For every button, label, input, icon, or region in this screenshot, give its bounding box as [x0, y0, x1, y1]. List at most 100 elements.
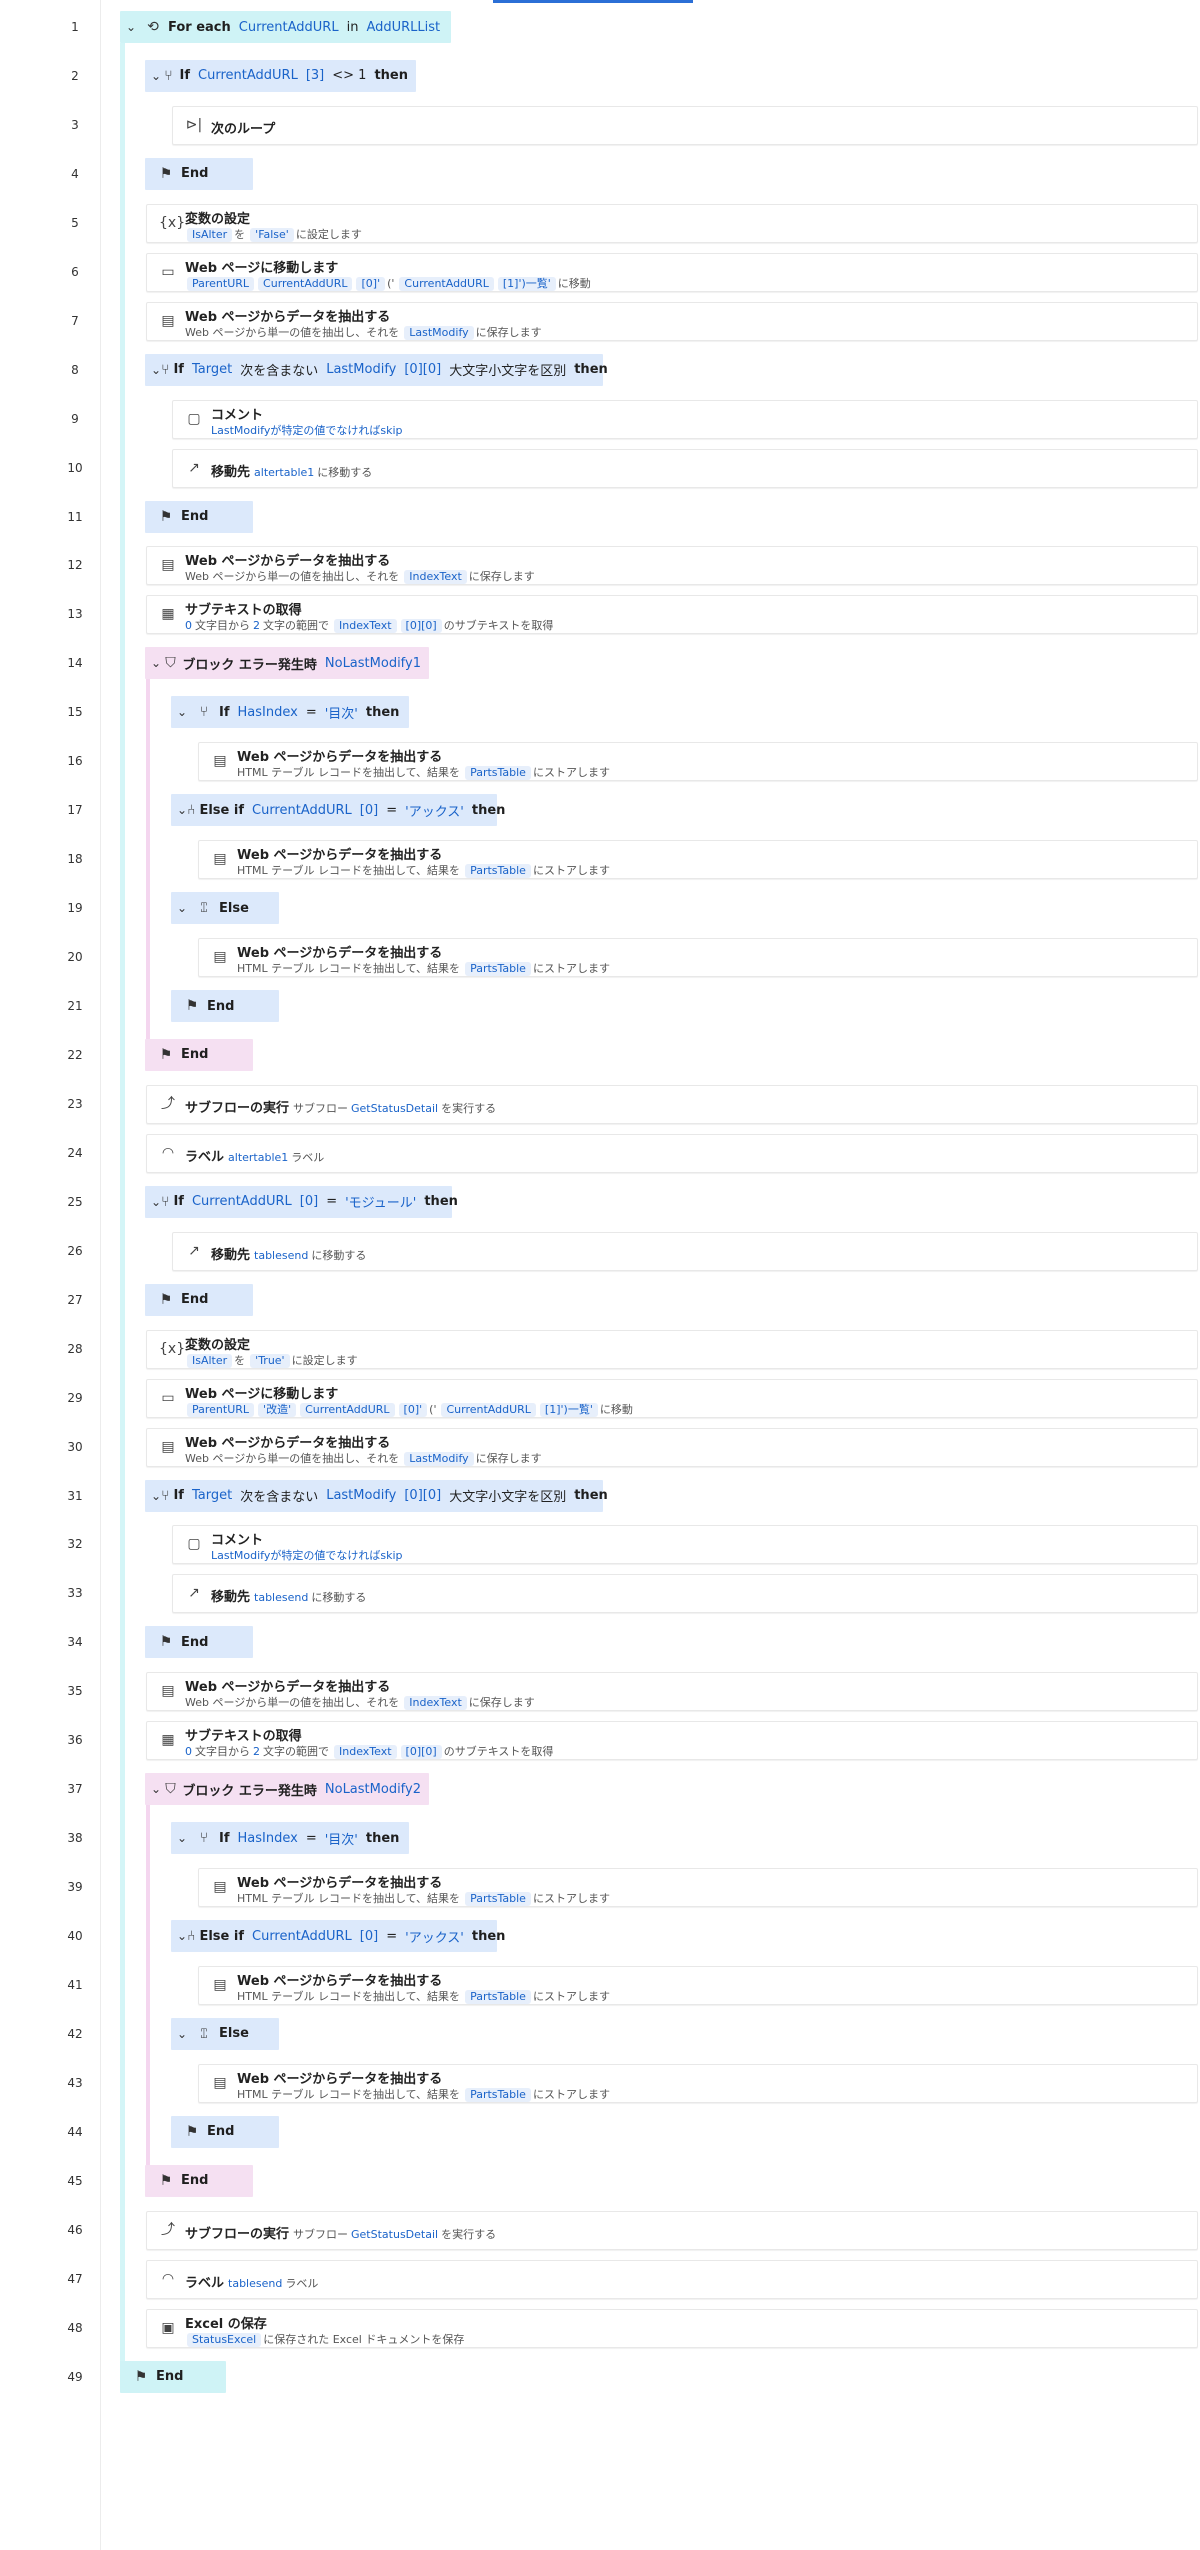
block-end[interactable]: ⚑ End [120, 2360, 226, 2393]
block-end[interactable]: ⚑ End [145, 1626, 253, 1659]
chevron-down-icon[interactable]: ⌄ [151, 1195, 161, 1209]
condition-header[interactable]: ⌄ ⑂ If Target 次を含まない LastModify [0][0] 大文字小文字を区… [145, 353, 608, 386]
action-card[interactable]: ▤ Web ページからデータを抽出する Web ページから単一の値を抽出し、それを L… [146, 301, 1198, 341]
action-card[interactable]: ⤴ サブフローの実行 サブフロー GetStatusDetail を実行する [146, 2210, 1198, 2250]
branch-icon: ⑂ [199, 1830, 209, 1847]
variable-chip: IsAlter [187, 227, 233, 242]
value-token: LastModifyが特定の値でなければskip [211, 423, 403, 437]
description-text: に保存します [468, 570, 535, 584]
variable-token: AddURLList [366, 19, 441, 35]
condition-header[interactable]: ⌄ ⑄ Else [171, 892, 279, 925]
block-end[interactable]: ⚑ End [145, 157, 253, 190]
excel-icon: ▣ [161, 2319, 175, 2336]
action-card[interactable]: ▤ Web ページからデータを抽出する HTML テーブル レコードを抽出して、結果… [198, 1868, 1198, 1908]
variable-chip: IndexText [334, 1745, 397, 1760]
action-card[interactable]: ▤ Web ページからデータを抽出する HTML テーブル レコードを抽出して、結果… [198, 938, 1198, 978]
action-card[interactable]: ▤ Web ページからデータを抽出する HTML テーブル レコードを抽出して、結果… [198, 2063, 1198, 2103]
action-title: Excel の保存 [185, 2316, 267, 2332]
goto-icon: ↗ [188, 1242, 200, 1259]
chevron-down-icon[interactable]: ⌄ [177, 901, 193, 915]
action-title: Web ページからデータを抽出する [237, 750, 443, 766]
action-card[interactable]: ◠ ラベル altertable1 ラベル [146, 1133, 1198, 1173]
action-card[interactable]: ▤ Web ページからデータを抽出する Web ページから単一の値を抽出し、それを L… [146, 1427, 1198, 1467]
description-text: にストアします [532, 1892, 610, 1906]
action-card[interactable]: ▭ Web ページに移動します ParentURL CurrentAddURL [0]'… [146, 252, 1198, 292]
variable-chip: PartsTable [465, 2087, 531, 2102]
on-block-error-header[interactable]: ⌄ ⛉ ブロック エラー発生時 NoLastModify2 [145, 1773, 429, 1806]
variable-chip: CurrentAddURL [300, 1402, 395, 1417]
action-description: 0 文字目から 2 文字の範囲で IndexText [0][0] のサブテキストを取得 [185, 617, 556, 634]
chevron-down-icon[interactable]: ⌄ [151, 69, 161, 83]
action-card[interactable]: ▤ Web ページからデータを抽出する Web ページから単一の値を抽出し、それを I… [146, 1672, 1198, 1712]
description-text: 文字の範囲で [263, 1745, 329, 1759]
action-card[interactable]: ↗ 移動先 tablesend に移動する [172, 1574, 1198, 1614]
condition-header[interactable]: ⌄ ⑂ If HasIndex = '目次' then [171, 1822, 409, 1855]
chevron-down-icon[interactable]: ⌄ [126, 20, 142, 34]
chevron-down-icon[interactable]: ⌄ [151, 363, 161, 377]
chevron-down-icon[interactable]: ⌄ [177, 2027, 193, 2041]
condition-header[interactable]: ⌄ ⑂ If CurrentAddURL [3] <> 1 then [145, 59, 416, 92]
block-end[interactable]: ⚑ End [171, 2115, 279, 2148]
variable-chip: [0]' [398, 1402, 428, 1417]
action-description: HTML テーブル レコードを抽出して、結果を PartsTable にストアします [237, 1890, 613, 1907]
variable-chip: IsAlter [187, 1353, 233, 1368]
description-text: Web ページから単一の値を抽出し、それを [185, 325, 400, 339]
block-end[interactable]: ⚑ End [145, 1038, 253, 1071]
line-number: 11 [67, 509, 83, 524]
block-end[interactable]: ⚑ End [145, 2164, 253, 2197]
action-card[interactable]: ▣ Excel の保存 StatusExcel に保存された Excel ドキュメント… [146, 2308, 1198, 2348]
action-card[interactable]: ▤ Web ページからデータを抽出する Web ページから単一の値を抽出し、それを I… [146, 546, 1198, 586]
action-card[interactable]: ↗ 移動先 altertable1 に移動する [172, 448, 1198, 488]
action-card[interactable]: ▭ Web ページに移動します ParentURL '改造' CurrentAddURL… [146, 1378, 1198, 1418]
block-end[interactable]: ⚑ End [171, 990, 279, 1022]
action-card[interactable]: ◠ ラベル tablesend ラベル [146, 2259, 1198, 2299]
condition-header[interactable]: ⌄ ⑂ If HasIndex = '目次' then [171, 696, 409, 729]
description-text: (' [429, 1402, 437, 1416]
block-end[interactable]: ⚑ End [145, 1283, 253, 1316]
condition-header[interactable]: ⌄ ⑃ Else if CurrentAddURL [0] = 'アックス' then [171, 794, 505, 827]
chevron-down-icon[interactable]: ⌄ [177, 1929, 187, 1943]
chevron-down-icon[interactable]: ⌄ [151, 1782, 163, 1796]
on-block-error-header[interactable]: ⌄ ⛉ ブロック エラー発生時 NoLastModify1 [145, 647, 429, 680]
chevron-down-icon[interactable]: ⌄ [177, 803, 187, 817]
action-card[interactable]: {x} 変数の設定 IsAlter を 'False' に設定します [146, 203, 1198, 243]
line-number: 19 [67, 901, 83, 916]
description-text: を実行する [441, 1101, 497, 1115]
chevron-down-icon[interactable]: ⌄ [151, 656, 163, 670]
variable-token: NoLastModify1 [324, 655, 421, 671]
keyword: If [173, 362, 184, 378]
description-text: HTML テーブル レコードを抽出して、結果を [237, 2087, 461, 2101]
chevron-down-icon[interactable]: ⌄ [151, 1489, 161, 1503]
extract-icon: ▤ [213, 1977, 227, 1993]
block-end[interactable]: ⚑ End [145, 500, 253, 533]
for-each-header[interactable]: ⌄ ⟲ For each CurrentAddURL in AddURLList [120, 11, 451, 43]
condition-header[interactable]: ⌄ ⑄ Else [171, 2017, 279, 2050]
variable-token: CurrentAddURL [252, 802, 352, 818]
label-icon: ◠ [161, 1144, 175, 1161]
action-card[interactable]: ▢ コメント LastModifyが特定の値でなければskip [172, 1525, 1198, 1565]
action-card[interactable]: ▤ Web ページからデータを抽出する HTML テーブル レコードを抽出して、結果… [198, 840, 1198, 880]
condition-header[interactable]: ⌄ ⑂ If Target 次を含まない LastModify [0][0] 大文字小文字を区… [145, 1479, 608, 1512]
action-card[interactable]: ▤ Web ページからデータを抽出する HTML テーブル レコードを抽出して、結果… [198, 1966, 1198, 2005]
action-card[interactable]: ⤴ サブフローの実行 サブフロー GetStatusDetail を実行する [146, 1084, 1198, 1124]
action-card[interactable]: ▦ サブテキストの取得 0 文字目から 2 文字の範囲で IndexText [0][0] のサ… [146, 1721, 1198, 1761]
extract-icon: ▤ [161, 1438, 175, 1455]
condition-header[interactable]: ⌄ ⑃ Else if CurrentAddURL [0] = 'アックス' then [171, 1920, 505, 1953]
variable-token: HasIndex [237, 704, 298, 720]
chevron-down-icon[interactable]: ⌄ [177, 705, 193, 719]
action-card[interactable]: ▦ サブテキストの取得 0 文字目から 2 文字の範囲で IndexText [0][0] のサ… [146, 595, 1198, 635]
action-card[interactable]: ⊳| 次のループ [172, 105, 1198, 145]
line-number: 20 [67, 950, 83, 965]
action-card[interactable]: ↗ 移動先 tablesend に移動する [172, 1231, 1198, 1271]
action-summary: ラベル altertable1 ラベル [185, 1146, 327, 1165]
action-card[interactable]: ▤ Web ページからデータを抽出する HTML テーブル レコードを抽出して、結果… [198, 742, 1198, 782]
chevron-down-icon[interactable]: ⌄ [177, 1831, 193, 1845]
action-card[interactable]: ▢ コメント LastModifyが特定の値でなければskip [172, 399, 1198, 439]
operator-text: = [305, 704, 317, 720]
action-title: 次のループ [211, 121, 276, 137]
line-number: 10 [67, 460, 83, 475]
action-description: 0 文字目から 2 文字の範囲で IndexText [0][0] のサブテキストを取得 [185, 1743, 556, 1760]
condition-header[interactable]: ⌄ ⑂ If CurrentAddURL [0] = 'モジュール' then [145, 1185, 458, 1218]
variable-chip: PartsTable [465, 766, 531, 781]
action-card[interactable]: {x} 変数の設定 IsAlter を 'True' に設定します [146, 1329, 1198, 1369]
